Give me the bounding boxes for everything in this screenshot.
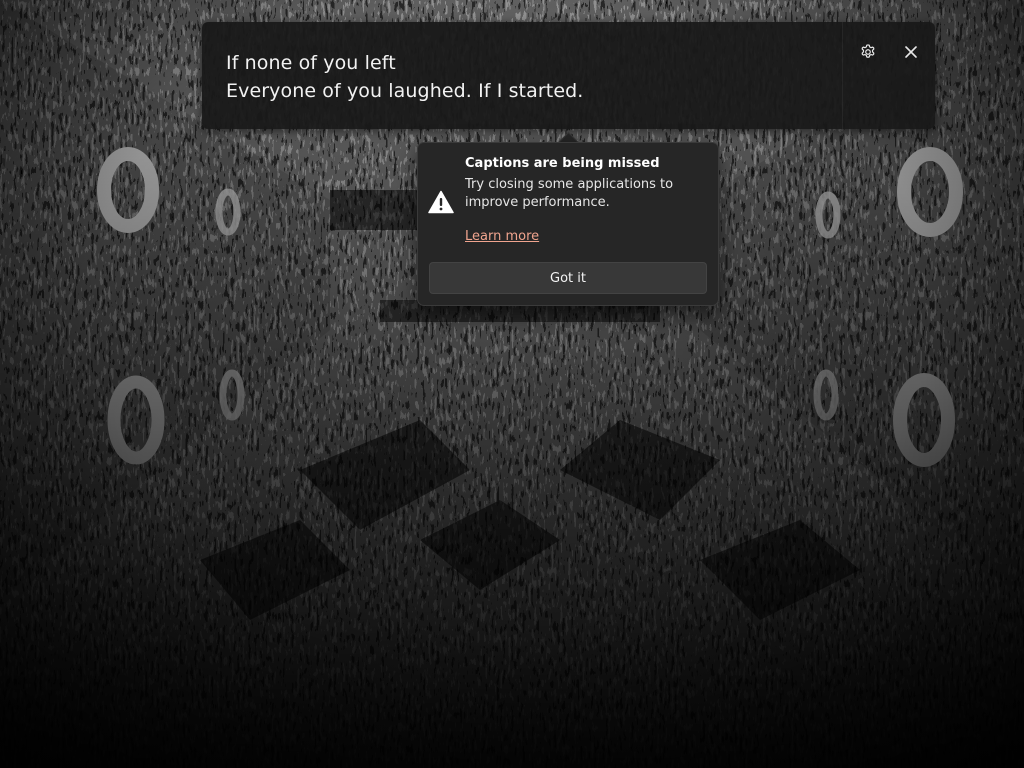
caption-text: If none of you left Everyone of you laug… xyxy=(226,49,826,105)
caption-settings-button[interactable] xyxy=(850,34,886,70)
flyout-message: Try closing some applications to improve… xyxy=(465,177,674,210)
flyout-title: Captions are being missed xyxy=(465,156,660,171)
got-it-button[interactable]: Got it xyxy=(429,262,707,294)
caption-controls xyxy=(842,22,935,129)
gear-icon xyxy=(861,44,875,58)
close-icon xyxy=(905,46,917,58)
learn-more-link[interactable]: Learn more xyxy=(465,229,539,244)
caption-line-2: Everyone of you laughed. If I started. xyxy=(226,80,584,102)
live-captions-window: If none of you left Everyone of you laug… xyxy=(202,22,935,129)
caption-close-button[interactable] xyxy=(893,34,929,70)
caption-line-1: If none of you left xyxy=(226,52,396,74)
captions-missed-flyout: Captions are being missed Try closing so… xyxy=(417,142,719,306)
warning-icon xyxy=(428,190,454,214)
game-screen: If none of you left Everyone of you laug… xyxy=(0,0,1024,768)
